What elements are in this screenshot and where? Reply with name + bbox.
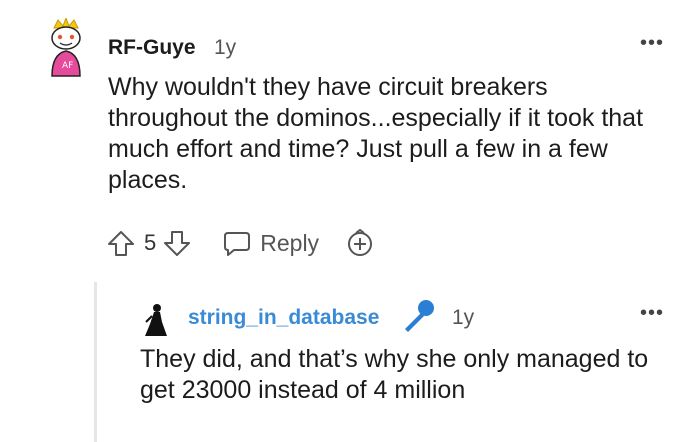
avatar[interactable]: AF xyxy=(38,16,94,78)
avatar-snoo-icon: AF xyxy=(51,16,81,77)
thread-line[interactable] xyxy=(94,282,97,442)
avatar[interactable] xyxy=(140,302,170,338)
downvote-icon[interactable] xyxy=(162,228,192,258)
vote-count: 5 xyxy=(144,230,157,255)
comment-bubble-icon xyxy=(222,228,252,258)
microphone-icon xyxy=(400,298,436,334)
reply-body: They did, and that’s why she only manage… xyxy=(140,345,649,404)
reply-label: Reply xyxy=(260,229,320,256)
upvote-icon[interactable] xyxy=(106,228,136,258)
avatar-figure-icon xyxy=(145,304,167,336)
reply-button[interactable]: Reply xyxy=(222,228,319,258)
more-options-icon[interactable]: ••• xyxy=(640,303,664,323)
username[interactable]: RF-Guye xyxy=(108,36,196,60)
more-options-icon[interactable]: ••• xyxy=(640,33,664,53)
username[interactable]: string_in_database xyxy=(188,306,379,330)
comment-body: Why wouldn't they have circuit breakers … xyxy=(108,73,644,194)
timestamp: 1y xyxy=(452,306,475,329)
svg-text:AF: AF xyxy=(62,61,73,71)
award-icon[interactable] xyxy=(345,228,375,258)
comment-actions: 5 Reply xyxy=(106,226,375,260)
timestamp: 1y xyxy=(214,36,237,59)
